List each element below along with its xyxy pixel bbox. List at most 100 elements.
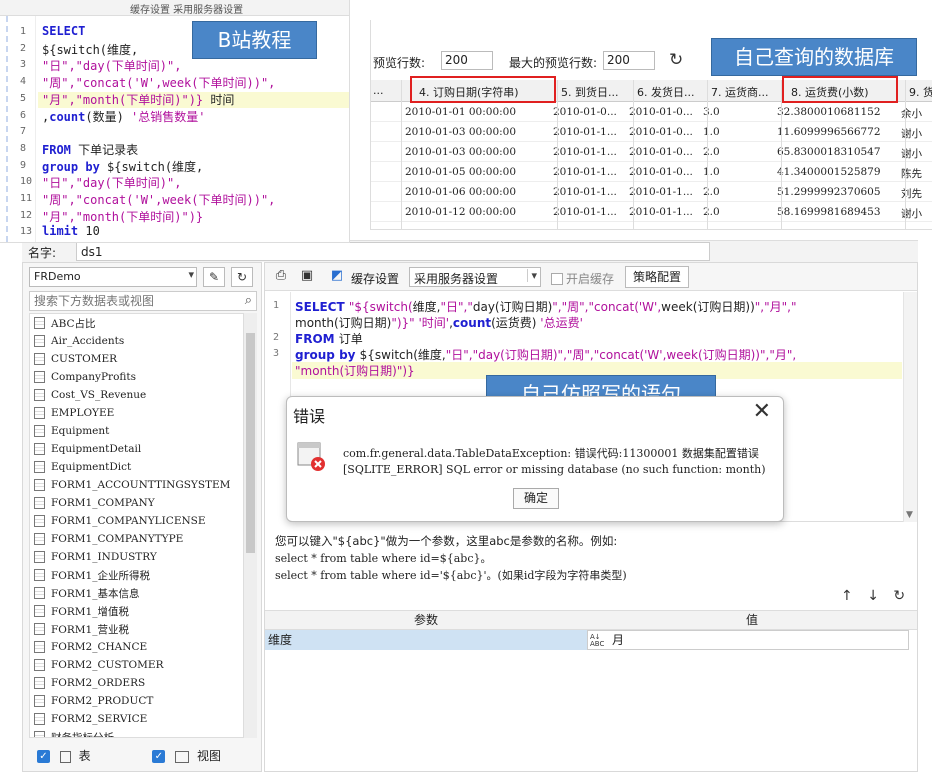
refresh-params-icon[interactable]: ↻: [893, 588, 905, 604]
view-icon: [175, 750, 190, 763]
chevron-down-icon: ▾: [188, 268, 194, 281]
column-header[interactable]: 6. 发货日...: [637, 84, 694, 100]
close-icon[interactable]: ✕: [753, 399, 771, 424]
open-cache-toggle[interactable]: 开启缓存: [551, 270, 614, 287]
move-down-icon[interactable]: ↓: [867, 588, 879, 604]
code-token: ","周",": [552, 300, 594, 314]
error-message-line-2: [SQLITE_ERROR] SQL error or missing data…: [343, 463, 766, 476]
list-item[interactable]: EMPLOYEE: [30, 404, 256, 422]
save-icon[interactable]: ▣: [299, 268, 315, 284]
list-item[interactable]: FORM1_企业所得税: [30, 566, 256, 584]
list-item[interactable]: FORM1_COMPANYLICENSE: [30, 512, 256, 530]
table-icon: [34, 425, 45, 437]
datasource-panel: FRDemo ▾ ✎ ↻ ⌕ ABC占比 Air_Accidents CUSTOME…: [22, 262, 262, 772]
list-item[interactable]: EquipmentDetail: [30, 440, 256, 458]
list-item[interactable]: FORM2_CHANCE: [30, 638, 256, 656]
list-item[interactable]: Air_Accidents: [30, 332, 256, 350]
table-search-box[interactable]: ⌕: [29, 291, 257, 311]
table-icon: [34, 335, 45, 347]
move-up-icon[interactable]: ↑: [841, 588, 853, 604]
table-icon: [34, 713, 45, 725]
string-type-icon[interactable]: A↓ ABC: [590, 634, 604, 648]
list-item[interactable]: FORM1_COMPANYTYPE: [30, 530, 256, 548]
sql-editor-scrollbar[interactable]: ▼: [903, 292, 917, 522]
list-item[interactable]: FORM2_CUSTOMER: [30, 656, 256, 674]
list-item[interactable]: CompanyProfits: [30, 368, 256, 386]
code-line: "日","day(下单时间)",: [42, 174, 181, 191]
list-item-label: EquipmentDict: [51, 461, 132, 473]
error-message-line-1: com.fr.general.data.TableDataException: …: [343, 447, 759, 460]
table-cell: 65.8300018310547: [777, 146, 881, 158]
table-row[interactable]: 2010-01-06 00:00:00 2010-01-1... 2010-01-1…: [371, 182, 932, 202]
table-row[interactable]: 2010-01-12 00:00:00 2010-01-1... 2010-01-1…: [371, 202, 932, 222]
list-item[interactable]: Equipment: [30, 422, 256, 440]
table-icon: [34, 371, 45, 383]
scrollbar-thumb[interactable]: [246, 333, 255, 553]
code-token: 维度,: [412, 300, 441, 314]
callout-bilibili-tutorial: B站教程: [192, 21, 317, 59]
table-search-input[interactable]: [30, 292, 230, 310]
column-header[interactable]: 9. 货: [909, 84, 932, 100]
table-row[interactable]: 2010-01-03 00:00:00 2010-01-1... 2010-01-0…: [371, 142, 932, 162]
datasource-select[interactable]: FRDemo ▾: [29, 267, 197, 287]
list-item[interactable]: FORM1_INDUSTRY: [30, 548, 256, 566]
preview-icon[interactable]: ⎙: [273, 268, 289, 284]
list-item[interactable]: ABC占比: [30, 314, 256, 332]
table-icon: [34, 623, 45, 635]
list-item[interactable]: FORM2_ORDERS: [30, 674, 256, 692]
list-item[interactable]: FORM1_基本信息: [30, 584, 256, 602]
cache-mode-select[interactable]: 采用服务器设置 ▾: [409, 267, 541, 287]
snippet-toolbar: 缓存设置 采用服务器设置: [0, 0, 349, 16]
list-item[interactable]: FORM1_增值税: [30, 602, 256, 620]
line-number: 8: [20, 142, 27, 154]
strategy-config-button[interactable]: 策略配置: [625, 266, 689, 288]
list-item[interactable]: EquipmentDict: [30, 458, 256, 476]
list-item[interactable]: FORM2_PRODUCT: [30, 692, 256, 710]
table-list-scrollbar[interactable]: [243, 313, 257, 738]
list-item-label: EMPLOYEE: [51, 407, 115, 419]
line-number: 7: [20, 126, 27, 138]
table-icon: [34, 317, 45, 329]
chevron-down-icon[interactable]: ▼: [906, 510, 913, 520]
list-item[interactable]: FORM1_ACCOUNTTINGSYSTEM: [30, 476, 256, 494]
list-item[interactable]: Cost_VS_Revenue: [30, 386, 256, 404]
dataset-name-input[interactable]: ds1: [76, 242, 710, 261]
table-cell: 2010-01-01 00:00:00: [405, 106, 517, 118]
line-number: 4: [20, 76, 27, 88]
list-item-label: FORM1_增值税: [51, 605, 129, 618]
table-icon: [34, 515, 45, 527]
list-item[interactable]: FORM1_营业税: [30, 620, 256, 638]
cache-icon: ◩: [330, 268, 344, 283]
preview-rows-input[interactable]: 200: [441, 51, 493, 70]
table-row[interactable]: 2010-01-01 00:00:00 2010-01-0... 2010-01-0…: [371, 102, 932, 122]
column-header[interactable]: 5. 到货日...: [561, 84, 618, 100]
fold-guide: [6, 16, 8, 242]
search-icon[interactable]: ⌕: [245, 293, 252, 308]
column-header[interactable]: ...: [373, 84, 384, 97]
table-checkbox[interactable]: ✓: [37, 750, 50, 763]
code-token: ","月",": [754, 300, 797, 314]
param-name-cell[interactable]: 维度: [265, 630, 587, 650]
preview-rows-label: 预览行数:: [373, 56, 426, 70]
refresh-icon[interactable]: ↻: [669, 50, 683, 70]
refresh-icon[interactable]: ↻: [231, 267, 253, 287]
ok-button[interactable]: 确定: [513, 488, 559, 509]
code-line: month(订购日期)")}" '时间',count(运货费) '总运费': [295, 314, 583, 331]
edit-datasource-icon[interactable]: ✎: [203, 267, 225, 287]
max-preview-rows-input[interactable]: 200: [603, 51, 655, 70]
table-row[interactable]: 2010-01-05 00:00:00 2010-01-1... 2010-01-0…: [371, 162, 932, 182]
view-checkbox[interactable]: ✓: [152, 750, 166, 763]
max-preview-rows-label: 最大的预览行数:: [509, 56, 598, 70]
list-item-label: FORM2_CHANCE: [51, 641, 148, 653]
list-item[interactable]: CUSTOMER: [30, 350, 256, 368]
line-number: 10: [20, 176, 33, 188]
column-header[interactable]: 7. 运货商...: [711, 84, 768, 100]
table-list: ABC占比 Air_Accidents CUSTOMER CompanyProfits…: [29, 313, 257, 738]
list-item[interactable]: FORM1_COMPANY: [30, 494, 256, 512]
table-row[interactable]: 2010-01-03 00:00:00 2010-01-1... 2010-01-0…: [371, 122, 932, 142]
table-cell: 2010-01-0...: [629, 166, 693, 178]
list-item[interactable]: 财务指标分析: [30, 728, 256, 737]
list-item-label: Equipment: [51, 425, 110, 437]
param-value-cell[interactable]: A↓ ABC 月: [587, 630, 909, 650]
list-item[interactable]: FORM2_SERVICE: [30, 710, 256, 728]
